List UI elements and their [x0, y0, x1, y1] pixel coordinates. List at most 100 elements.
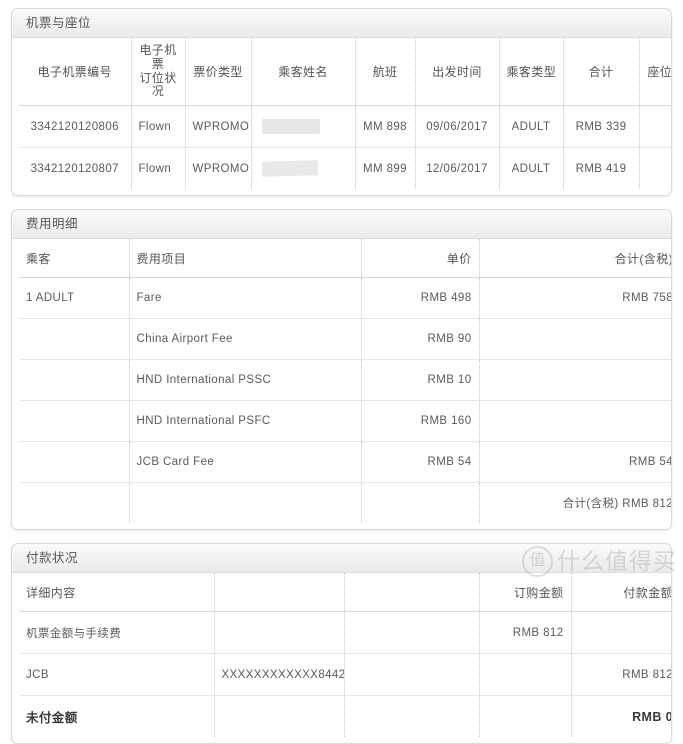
panel-payment-status: 付款状况 详细内容 订购金额 付款金额 机票金额与手续费 RMB 812 JCB… [11, 543, 672, 744]
booking-details-page: 机票与座位 电子机票编号 电子机票 订位状况 票价类型 乘客姓名 航班 出发时间… [0, 0, 683, 744]
cell-passenger-name [251, 147, 356, 190]
col-header-payment-blank-1 [214, 573, 345, 613]
cell-fee-passenger [19, 318, 130, 361]
cell-payment-blank-2 [344, 695, 480, 738]
cell-fee-item: Fare [129, 277, 362, 320]
cell-departure-time: 09/06/2017 [415, 105, 500, 149]
cell-fee-passenger [19, 359, 130, 402]
cell-masked-card-number: XXXXXXXXXXXX8442 [214, 653, 345, 697]
redacted-passenger-name [261, 119, 320, 135]
cell-flight: MM 898 [355, 105, 416, 149]
panel-body-payment: 详细内容 订购金额 付款金额 机票金额与手续费 RMB 812 JCB XXXX… [12, 573, 671, 744]
cell-fee-unit-price: RMB 498 [361, 277, 480, 320]
cell-seat [639, 105, 671, 149]
cell-passenger-type: ADULT [499, 105, 564, 149]
panel-tickets-and-seats: 机票与座位 电子机票编号 电子机票 订位状况 票价类型 乘客姓名 航班 出发时间… [11, 8, 672, 197]
tickets-table: 电子机票编号 电子机票 订位状况 票价类型 乘客姓名 航班 出发时间 乘客类型 合… [19, 38, 671, 190]
col-header-fee-item: 费用项目 [129, 239, 362, 279]
col-header-fee-unit-price: 单价 [361, 239, 480, 279]
payment-table-header-row: 详细内容 订购金额 付款金额 [19, 573, 671, 613]
col-header-booking-status-line1: 电子机票 [139, 43, 177, 71]
cell-flight: MM 899 [355, 147, 416, 190]
cell-ticket-no: 3342120120807 [19, 147, 132, 190]
cell-fee-item: HND International PSFC [129, 400, 362, 443]
table-row: 3342120120807 Flown WPROMO MM 899 12/06/… [19, 147, 671, 190]
cell-paid-amount [571, 611, 671, 655]
table-row: JCB Card Fee RMB 54 RMB 54 [19, 441, 671, 484]
col-header-payment-detail: 详细内容 [19, 573, 215, 613]
cell-fee-total: RMB 54 [479, 441, 671, 484]
cell-passenger-type: ADULT [499, 147, 564, 190]
col-header-passenger-type: 乘客类型 [499, 38, 564, 107]
col-header-paid-amount: 付款金额 [571, 573, 671, 613]
cell-fee-unit-price: RMB 10 [361, 359, 480, 402]
cell-fee-grand-total: 合计(含税) RMB 812 [562, 498, 672, 511]
col-header-payment-blank-2 [344, 573, 480, 613]
cell-order-amount [479, 695, 572, 738]
cell-passenger-name [251, 105, 356, 149]
col-header-total: 合计 [563, 38, 640, 107]
cell-fee-item [129, 482, 362, 524]
cell-paid-amount: RMB 812 [571, 653, 671, 697]
col-header-booking-status: 电子机票 订位状况 [131, 38, 186, 107]
cell-ticket-no: 3342120120806 [19, 105, 132, 149]
tickets-table-header-row: 电子机票编号 电子机票 订位状况 票价类型 乘客姓名 航班 出发时间 乘客类型 合… [19, 38, 671, 107]
cell-payment-blank-1 [214, 695, 345, 738]
cell-fee-total [479, 318, 671, 361]
table-row: China Airport Fee RMB 90 [19, 318, 671, 361]
cell-fee-item: JCB Card Fee [129, 441, 362, 484]
cell-fee-passenger [19, 482, 130, 524]
col-header-booking-status-line2: 订位状况 [139, 70, 177, 99]
table-row: 1 ADULT Fare RMB 498 RMB 758 [19, 277, 671, 320]
cell-fee-passenger: 1 ADULT [19, 277, 130, 320]
cell-payment-detail: 机票金额与手续费 [19, 611, 215, 655]
cell-fee-total [479, 400, 671, 443]
redacted-passenger-name [261, 160, 318, 177]
cell-payment-blank-1 [214, 611, 345, 655]
col-header-departure-time: 出发时间 [415, 38, 500, 107]
table-row: 机票金额与手续费 RMB 812 [19, 611, 671, 655]
cell-seat [639, 148, 671, 190]
cell-fee-item: HND International PSSC [129, 359, 362, 402]
cell-fee-passenger [19, 441, 130, 484]
col-header-fee-total: 合计(含税) [479, 239, 671, 279]
cell-booking-status: Flown [131, 147, 186, 190]
table-row: HND International PSSC RMB 10 [19, 359, 671, 402]
col-header-order-amount: 订购金额 [479, 573, 572, 613]
table-row: 3342120120806 Flown WPROMO MM 898 09/06/… [19, 105, 671, 149]
cell-payment-blank-2 [344, 611, 480, 655]
col-header-seat: 座位 [639, 38, 671, 107]
cell-order-amount [479, 653, 572, 697]
fees-grand-total-row: 合计(含税) RMB 812 [19, 482, 672, 524]
col-header-flight: 航班 [355, 38, 416, 107]
cell-fee-unit-price [361, 482, 480, 524]
col-header-passenger-name: 乘客姓名 [251, 38, 356, 107]
col-header-fare-type: 票价类型 [185, 38, 252, 107]
cell-fee-item: China Airport Fee [129, 318, 362, 361]
cell-fee-unit-price: RMB 90 [361, 318, 480, 361]
cell-fee-passenger [19, 400, 130, 443]
fees-table: 乘客 费用项目 单价 合计(含税) 1 ADULT Fare RMB 498 R… [19, 239, 672, 524]
panel-body-tickets: 电子机票编号 电子机票 订位状况 票价类型 乘客姓名 航班 出发时间 乘客类型 合… [12, 38, 671, 196]
cell-departure-time: 12/06/2017 [415, 147, 500, 190]
table-row: JCB XXXXXXXXXXXX8442 RMB 812 [19, 653, 671, 697]
panel-title-payment: 付款状况 [12, 544, 671, 574]
cell-fare-type: WPROMO [185, 147, 252, 190]
table-row: HND International PSFC RMB 160 [19, 400, 671, 443]
fees-table-header-row: 乘客 费用项目 单价 合计(含税) [19, 239, 671, 279]
cell-total: RMB 419 [563, 147, 640, 190]
panel-title-fees: 费用明细 [12, 210, 671, 240]
cell-payment-detail: JCB [19, 653, 215, 697]
cell-order-amount: RMB 812 [479, 611, 572, 655]
col-header-fee-passenger: 乘客 [19, 239, 130, 279]
cell-fee-unit-price: RMB 54 [361, 441, 480, 484]
cell-fee-unit-price: RMB 160 [361, 400, 480, 443]
col-header-ticket-no: 电子机票编号 [19, 38, 132, 107]
cell-booking-status: Flown [131, 105, 186, 149]
cell-total: RMB 339 [563, 105, 640, 149]
cell-unpaid-label: 未付金额 [19, 695, 215, 738]
cell-fee-total: RMB 758 [479, 277, 671, 320]
cell-fee-total [479, 359, 671, 402]
panel-fee-detail: 费用明细 乘客 费用项目 单价 合计(含税) 1 ADULT Fare RMB … [11, 209, 672, 531]
panel-body-fees: 乘客 费用项目 单价 合计(含税) 1 ADULT Fare RMB 498 R… [12, 239, 672, 530]
